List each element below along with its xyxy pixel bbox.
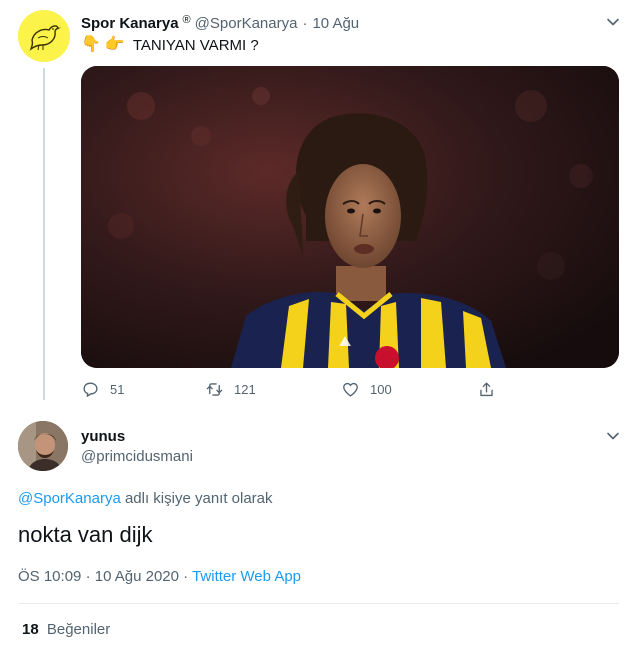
separator-dot: ·: [85, 568, 91, 585]
retweet-button[interactable]: 121: [205, 380, 256, 399]
profile-photo: [18, 421, 68, 471]
tweet-body: TANIYAN VARMI ?: [132, 36, 259, 54]
tweet-photo[interactable]: [81, 66, 619, 368]
likes-count: 18: [22, 621, 39, 638]
separator-dot: ·: [183, 568, 189, 585]
thread-connector-line: [43, 68, 45, 400]
reply-display-name[interactable]: yunus: [81, 428, 125, 445]
reply-date[interactable]: 10 Ağu 2020: [95, 568, 179, 585]
display-name[interactable]: Spor Kanarya: [81, 15, 179, 32]
reply-time[interactable]: ÖS 10:09: [18, 568, 81, 585]
avatar-spor-kanarya[interactable]: [18, 10, 70, 62]
replying-to-handle-link[interactable]: @SporKanarya: [18, 490, 121, 507]
tweet-header: Spor Kanarya ® @SporKanarya · 10 Ağu: [81, 13, 625, 33]
pointing-right-emoji: 👉: [104, 36, 125, 53]
chevron-down-icon[interactable]: [605, 428, 621, 444]
original-tweet[interactable]: Spor Kanarya ® @SporKanarya · 10 Ağu 👇 👉…: [0, 0, 635, 412]
like-button[interactable]: 100: [341, 380, 392, 399]
reply-icon: [83, 381, 98, 397]
like-icon: [343, 382, 358, 397]
likes-summary[interactable]: 18 Beğeniler: [22, 621, 110, 638]
share-button[interactable]: [477, 380, 496, 399]
football-player-photo: [81, 66, 619, 368]
source-link[interactable]: Twitter Web App: [192, 568, 301, 585]
reply-button[interactable]: 51: [81, 380, 124, 399]
retweet-count: 121: [234, 381, 256, 397]
likes-label: Beğeniler: [46, 621, 111, 638]
tweet-actions: 51 121 100: [81, 378, 511, 400]
retweet-icon: [206, 382, 223, 396]
reply-metadata: ÖS 10:09 · 10 Ağu 2020 · Twitter Web App: [18, 568, 301, 585]
reply-body: nokta van dijk: [18, 522, 153, 547]
tweet-text: 👇 👉 TANIYAN VARMI ?: [81, 36, 259, 54]
divider: [18, 603, 619, 604]
separator-dot: ·: [302, 14, 308, 32]
user-handle[interactable]: @SporKanarya: [195, 15, 298, 32]
reply-user-handle[interactable]: @primcidusmani: [81, 448, 193, 465]
pointing-down-emoji: 👇: [81, 36, 101, 53]
avatar-yunus[interactable]: [18, 421, 68, 471]
registered-mark: ®: [182, 14, 191, 26]
replying-to-label: adlı kişiye yanıt olarak: [124, 490, 273, 507]
reply-count: 51: [110, 381, 125, 397]
tweet-date[interactable]: 10 Ağu: [312, 15, 359, 32]
replying-to-line: @SporKanarya adlı kişiye yanıt olarak: [18, 490, 273, 507]
share-icon: [480, 381, 493, 396]
chevron-down-icon[interactable]: [605, 14, 621, 30]
canary-bird-icon: [29, 25, 61, 51]
like-count: 100: [370, 381, 392, 397]
